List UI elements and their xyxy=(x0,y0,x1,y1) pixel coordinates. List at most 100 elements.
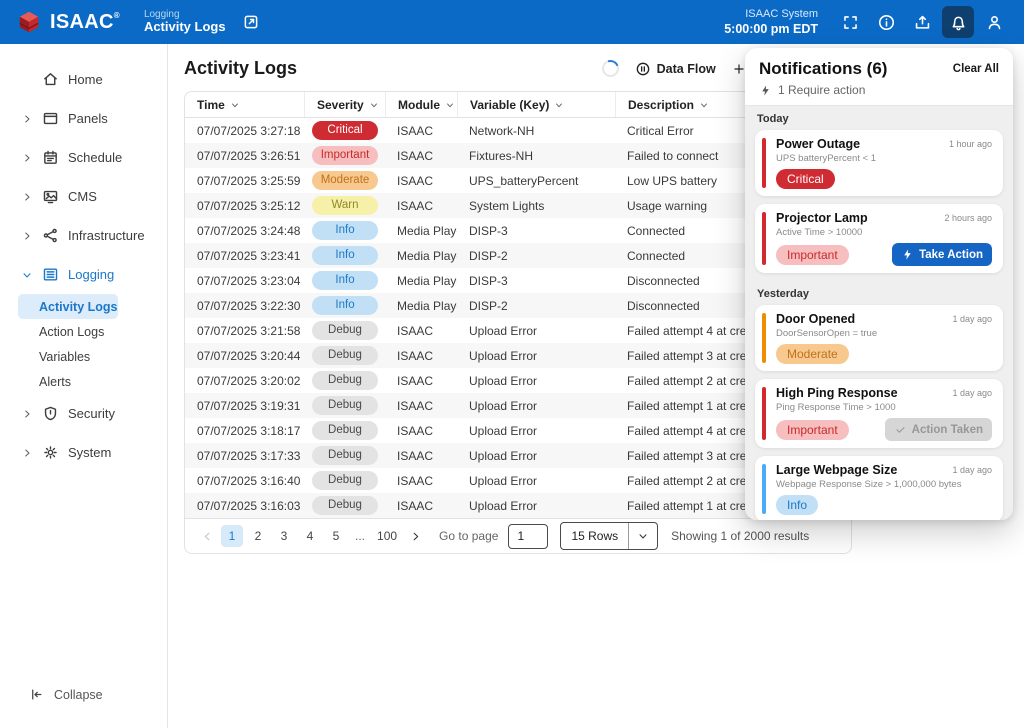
sidebar-item-cms[interactable]: CMS xyxy=(0,177,167,216)
sidebar-item-alerts[interactable]: Alerts xyxy=(18,369,71,394)
page-ellipsis: ... xyxy=(351,529,369,543)
take-action-button[interactable]: Take Action xyxy=(892,243,992,266)
data-flow-label: Data Flow xyxy=(657,62,716,76)
severity-badge: Debug xyxy=(312,421,378,441)
sidebar-item-home[interactable]: Home xyxy=(0,60,167,99)
cell-variable: DISP-2 xyxy=(457,293,615,318)
notification-card[interactable]: Door Opened1 day agoDoorSensorOpen = tru… xyxy=(755,305,1003,371)
page-button-3[interactable]: 3 xyxy=(273,525,295,547)
cell-time: 07/07/2025 3:27:18 PM xyxy=(185,118,304,143)
sidebar-item-security[interactable]: Security xyxy=(0,394,167,433)
page-button-2[interactable]: 2 xyxy=(247,525,269,547)
notification-card[interactable]: Large Webpage Size1 day agoWebpage Respo… xyxy=(755,456,1003,520)
cell-module: ISAAC xyxy=(385,343,457,368)
cell-module: ISAAC xyxy=(385,443,457,468)
severity-badge: Moderate xyxy=(776,344,849,364)
notifications-section-yesterday: Yesterday xyxy=(745,281,1013,305)
column-header-module[interactable]: Module xyxy=(385,92,457,117)
sidebar-item-variables[interactable]: Variables xyxy=(18,344,90,369)
user-button[interactable] xyxy=(978,6,1010,38)
notification-condition: DoorSensorOpen = true xyxy=(776,328,992,339)
cell-severity: Info xyxy=(304,243,385,268)
page-button-100[interactable]: 100 xyxy=(373,525,401,547)
cell-severity: Moderate xyxy=(304,168,385,193)
next-page-button[interactable] xyxy=(405,526,425,546)
sidebar-item-schedule[interactable]: Schedule xyxy=(0,138,167,177)
sidebar-item-panels[interactable]: Panels xyxy=(0,99,167,138)
pagination: 12345...100 Go to page 15 Rows Showing 1… xyxy=(185,518,851,553)
column-header-time[interactable]: Time xyxy=(185,92,304,117)
notification-card-header: High Ping Response1 day ago xyxy=(776,386,992,400)
notification-card-footer: Critical xyxy=(776,169,992,189)
sidebar-item-label: Security xyxy=(68,406,115,421)
cell-severity: Debug xyxy=(304,468,385,493)
notification-condition: Webpage Response Size > 1,000,000 bytes xyxy=(776,479,992,490)
sidebar-item-infrastructure[interactable]: Infrastructure xyxy=(0,216,167,255)
prev-page-button[interactable] xyxy=(197,526,217,546)
logging-icon xyxy=(42,266,59,283)
cell-module: ISAAC xyxy=(385,118,457,143)
cell-module: Media Player xyxy=(385,293,457,318)
sidebar-collapse-button[interactable]: Collapse xyxy=(0,687,167,702)
cell-severity: Critical xyxy=(304,118,385,143)
notifications-button[interactable] xyxy=(942,6,974,38)
collapse-icon xyxy=(29,687,44,702)
cell-time: 07/07/2025 3:23:41 PM xyxy=(185,243,304,268)
notifications-panel: Notifications (6) Clear All 1 Require ac… xyxy=(745,48,1013,520)
cell-module: ISAAC xyxy=(385,468,457,493)
column-header-severity[interactable]: Severity xyxy=(304,92,385,117)
chevron-down-icon xyxy=(445,100,455,110)
severity-badge: Moderate xyxy=(312,171,378,191)
info-button[interactable] xyxy=(870,6,902,38)
fullscreen-button[interactable] xyxy=(834,6,866,38)
chevron-down-icon xyxy=(554,100,564,110)
rows-per-page-select[interactable]: 15 Rows xyxy=(560,522,658,550)
clear-all-button[interactable]: Clear All xyxy=(953,63,999,75)
page-button-5[interactable]: 5 xyxy=(325,525,347,547)
sidebar-item-label: Schedule xyxy=(68,150,122,165)
sidebar-item-label: Panels xyxy=(68,111,108,126)
notification-card[interactable]: Power Outage1 hour agoUPS batteryPercent… xyxy=(755,130,1003,196)
notification-card[interactable]: Projector Lamp2 hours agoActive Time > 1… xyxy=(755,204,1003,273)
data-flow-button[interactable]: Data Flow xyxy=(635,61,716,77)
cell-module: ISAAC xyxy=(385,393,457,418)
cell-variable: Upload Error xyxy=(457,468,615,493)
notification-card[interactable]: High Ping Response1 day agoPing Response… xyxy=(755,379,1003,448)
rows-per-page-value: 15 Rows xyxy=(571,529,618,543)
results-count: Showing 1 of 2000 results xyxy=(671,529,809,543)
sidebar-item-activity-logs[interactable]: Activity Logs xyxy=(18,294,118,319)
info-icon xyxy=(877,13,896,32)
severity-accent-bar xyxy=(762,387,766,440)
open-in-new-window-button[interactable] xyxy=(242,13,260,31)
upload-button[interactable] xyxy=(906,6,938,38)
cell-time: 07/07/2025 3:25:12 PM xyxy=(185,193,304,218)
severity-badge: Debug xyxy=(312,496,378,516)
cell-variable: DISP-3 xyxy=(457,268,615,293)
page-number-input[interactable] xyxy=(508,524,548,549)
notification-time: 1 day ago xyxy=(952,314,992,324)
loading-spinner xyxy=(599,57,622,80)
cell-variable: Upload Error xyxy=(457,368,615,393)
cell-time: 07/07/2025 3:19:31 PM xyxy=(185,393,304,418)
logo-text: ISAAC® xyxy=(50,12,120,32)
notification-title: Projector Lamp xyxy=(776,211,868,225)
page-button-4[interactable]: 4 xyxy=(299,525,321,547)
sidebar-item-label: Infrastructure xyxy=(68,228,145,243)
chevron-right-icon xyxy=(21,408,33,420)
sidebar-item-logging[interactable]: Logging xyxy=(0,255,167,294)
column-header-variable-key[interactable]: Variable (Key) xyxy=(457,92,615,117)
sidebar-item-action-logs[interactable]: Action Logs xyxy=(18,319,104,344)
cell-module: ISAAC xyxy=(385,493,457,518)
chevron-down-icon xyxy=(230,100,240,110)
notification-card-footer: ImportantTake Action xyxy=(776,243,992,266)
page-button-1[interactable]: 1 xyxy=(221,525,243,547)
severity-badge: Warn xyxy=(312,196,378,216)
isaac-logo-icon xyxy=(16,9,42,35)
sidebar-item-system[interactable]: System xyxy=(0,433,167,472)
action-taken-button: Action Taken xyxy=(885,418,992,441)
cell-module: ISAAC xyxy=(385,168,457,193)
action-button-label: Take Action xyxy=(919,249,983,261)
sidebar: Home Panels Schedule CMS Infrastructure Loggi… xyxy=(0,44,168,728)
cell-variable: Upload Error xyxy=(457,493,615,518)
cms-icon xyxy=(42,188,59,205)
